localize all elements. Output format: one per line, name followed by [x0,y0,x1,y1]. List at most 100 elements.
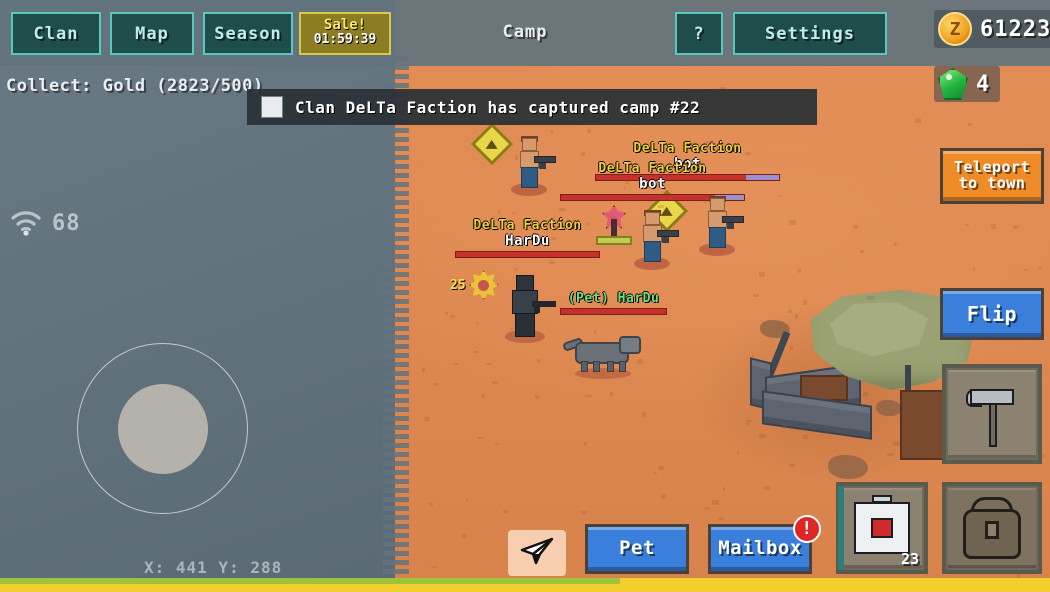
clan-button-label: Clan [33,23,79,44]
ground-speck [462,533,467,539]
inventory-slot-medkit[interactable]: 23 [836,482,928,574]
level-badge-value: 25 [450,277,466,293]
flip-label: Flip [966,301,1018,326]
ground-speck [550,130,553,134]
mailbox-button[interactable]: Mailbox ! [708,515,821,574]
paper-plane-icon [519,536,555,570]
ground-speck [657,204,664,209]
ground-speck [515,267,519,272]
inventory-slot-hammer[interactable] [942,364,1042,464]
help-button[interactable]: ? [675,12,723,55]
ground-speck [705,174,711,178]
player-character[interactable] [511,136,556,196]
inventory-slot-backpack[interactable] [942,482,1042,574]
ground-speck [514,155,519,160]
location-title: Camp [502,22,548,42]
chat-banner[interactable]: Clan DeLTa Faction has captured camp #22 [247,89,817,125]
pet-button-label: Pet [619,537,655,560]
ground-speck [593,329,596,335]
ground-speck [778,195,781,198]
ground-speck [449,315,455,319]
pet-button[interactable]: Pet [585,524,689,574]
player-character[interactable] [634,210,679,270]
ground-speck [609,391,614,397]
ground-speck [511,211,515,215]
ground-speck [759,434,766,438]
ground-speck [887,452,894,457]
ground-speck [586,223,591,226]
ground-speck [853,225,858,229]
ground-speck [789,220,797,225]
ground-speck [610,216,617,219]
ground-speck [495,443,500,446]
ground-speck [559,207,567,211]
help-button-label: ? [693,23,705,44]
ground-speck [629,195,633,201]
player-name: HarDu [505,233,550,249]
ground-speck [472,350,478,354]
ground-speck [972,266,975,272]
ground-speck [585,394,592,398]
sale-button[interactable]: Sale! 01:59:39 [299,12,391,55]
ground-speck [485,362,493,366]
gem-currency[interactable]: 4 [934,66,1001,102]
mailbox-button-label: Mailbox [718,537,802,560]
ground-speck [580,151,585,156]
map-button[interactable]: Map [110,12,194,55]
objective-diamond-icon[interactable] [470,122,514,166]
settings-button[interactable]: Settings [733,12,887,55]
ground-speck [551,218,556,221]
ground-speck [549,261,555,264]
ground-speck [797,268,801,274]
bottom-strip-green [0,578,620,584]
health-bar [595,174,780,181]
ping-indicator: 68 [10,210,81,236]
ground-speck [653,472,657,475]
game-screen: 25 DeLTa Faction bot DeLTa Faction bot D… [0,0,1050,592]
player-nameplate: DeLTa Faction bot [595,141,780,181]
medkit-count: 23 [900,550,919,568]
ground-speck [431,565,437,569]
teleport-to-town-button[interactable]: Teleport to town [940,148,1044,204]
ground-speck [706,140,713,145]
season-button-label: Season [214,23,282,44]
ground-speck [625,180,630,185]
gold-currency[interactable]: Z 61223 [934,10,1050,48]
ground-speck [790,344,794,350]
ground-speck [968,123,973,127]
ground-speck [636,359,644,364]
ground-speck [551,237,557,240]
wifi-icon [10,210,42,236]
ground-speck [473,223,480,229]
sale-label: Sale! [323,17,367,34]
ground-speck [493,282,500,286]
send-message-button[interactable] [508,530,566,576]
pet-creature[interactable] [562,334,641,379]
local-player-character[interactable] [505,275,556,343]
clan-button[interactable]: Clan [11,12,101,55]
clan-tag: DeLTa Faction [633,141,742,156]
virtual-joystick-knob[interactable] [118,384,208,474]
ground-speck [802,299,808,305]
ping-value: 68 [52,210,81,236]
ground-speck [1022,268,1029,271]
ground-speck [703,506,711,511]
medkit-icon [854,495,910,554]
ground-speck [586,129,592,134]
gem-amount: 4 [976,71,991,97]
ground-speck [1038,266,1043,271]
ground-speck [476,321,480,325]
ground-speck [794,313,799,319]
player-character[interactable] [699,196,744,256]
gold-amount: 61223 [980,16,1050,42]
ground-speck [751,355,754,361]
ground-speck [492,381,498,384]
panel-edge [383,56,409,592]
level-badge: 25 [450,270,499,300]
ground-speck [581,510,587,514]
season-button[interactable]: Season [203,12,293,55]
flip-button[interactable]: Flip [940,288,1044,340]
ground-speck [623,185,627,190]
capture-flag-icon[interactable] [596,205,632,245]
top-bar: Clan Map Season Sale! 01:59:39 Camp ? Se… [0,0,1050,102]
